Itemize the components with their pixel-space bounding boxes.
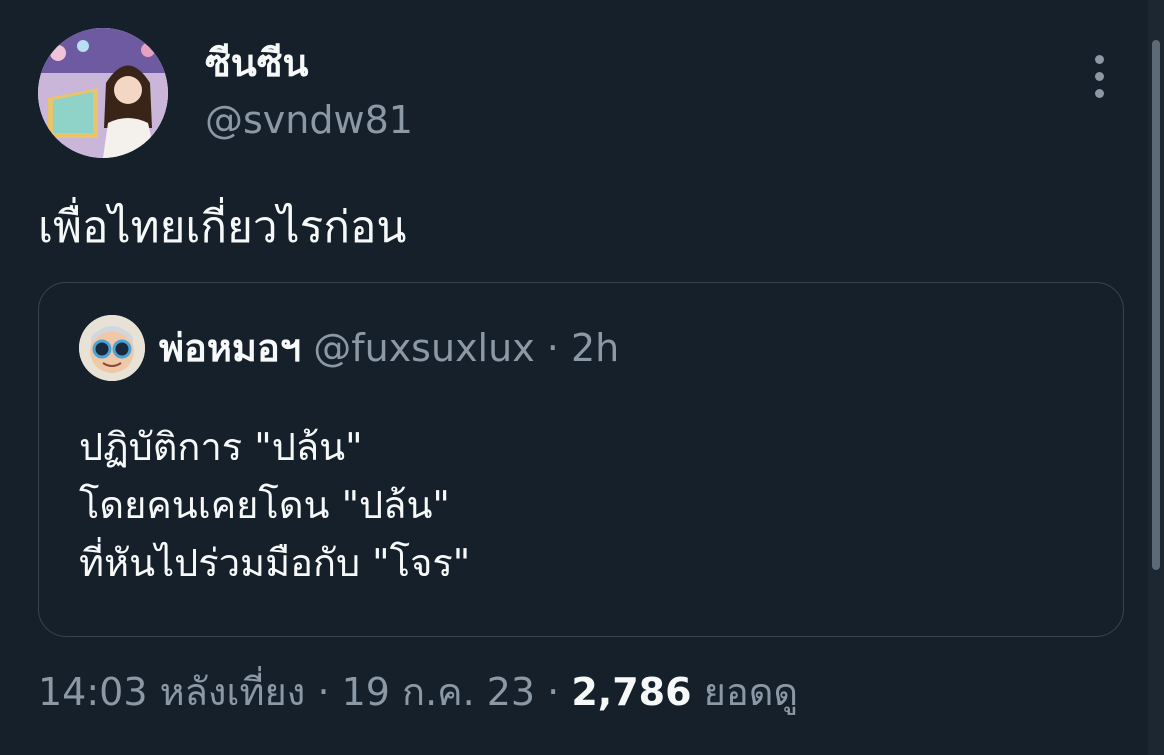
views-count: 2,786 — [571, 670, 692, 714]
author-handle[interactable]: @svndw81 — [205, 95, 413, 145]
separator-dot: · — [546, 326, 559, 370]
separator-dot: · — [547, 670, 560, 714]
quoted-tweet-text: ปฏิบัติการ "ปล้น" โดยคนเคยโดน "ปล้น" ที่… — [79, 418, 470, 592]
scrollbar-thumb[interactable] — [1152, 40, 1160, 570]
tweet-date[interactable]: 19 ก.ค. 23 — [342, 670, 535, 714]
quoted-author-display-name[interactable]: พ่อหมอฯ — [159, 326, 301, 370]
views-label: ยอดดู — [703, 670, 799, 714]
separator-dot: · — [317, 670, 330, 714]
quoted-author-avatar[interactable] — [79, 315, 145, 381]
author-display-name[interactable]: ซีนซีน — [205, 38, 309, 88]
tweet-text: เพื่อไทยเกี่ยวไรก่อน — [38, 202, 407, 253]
more-vertical-icon[interactable] — [1084, 55, 1114, 105]
quoted-tweet-line: ปฏิบัติการ "ปล้น" — [79, 425, 363, 469]
tweet-time[interactable]: 14:03 หลังเที่ยง — [38, 670, 305, 714]
tweet-metadata: 14:03 หลังเที่ยง · 19 ก.ค. 23 · 2,786 ยอ… — [38, 664, 798, 720]
quoted-tweet-line: โดยคนเคยโดน "ปล้น" — [79, 483, 450, 527]
quoted-tweet-card[interactable]: พ่อหมอฯ @fuxsuxlux · 2h ปฏิบัติการ "ปล้น… — [38, 282, 1124, 637]
quoted-tweet-line: ที่หันไปร่วมมือกับ "โจร" — [79, 541, 471, 585]
quoted-author-handle[interactable]: @fuxsuxlux — [313, 326, 534, 370]
quoted-tweet-header: พ่อหมอฯ @fuxsuxlux · 2h — [159, 321, 619, 375]
author-avatar[interactable] — [38, 28, 168, 158]
tweet-page: ซีนซีน @svndw81 เพื่อไทยเกี่ยวไรก่อน พ่อ… — [0, 0, 1164, 755]
quoted-tweet-time[interactable]: 2h — [571, 326, 619, 370]
